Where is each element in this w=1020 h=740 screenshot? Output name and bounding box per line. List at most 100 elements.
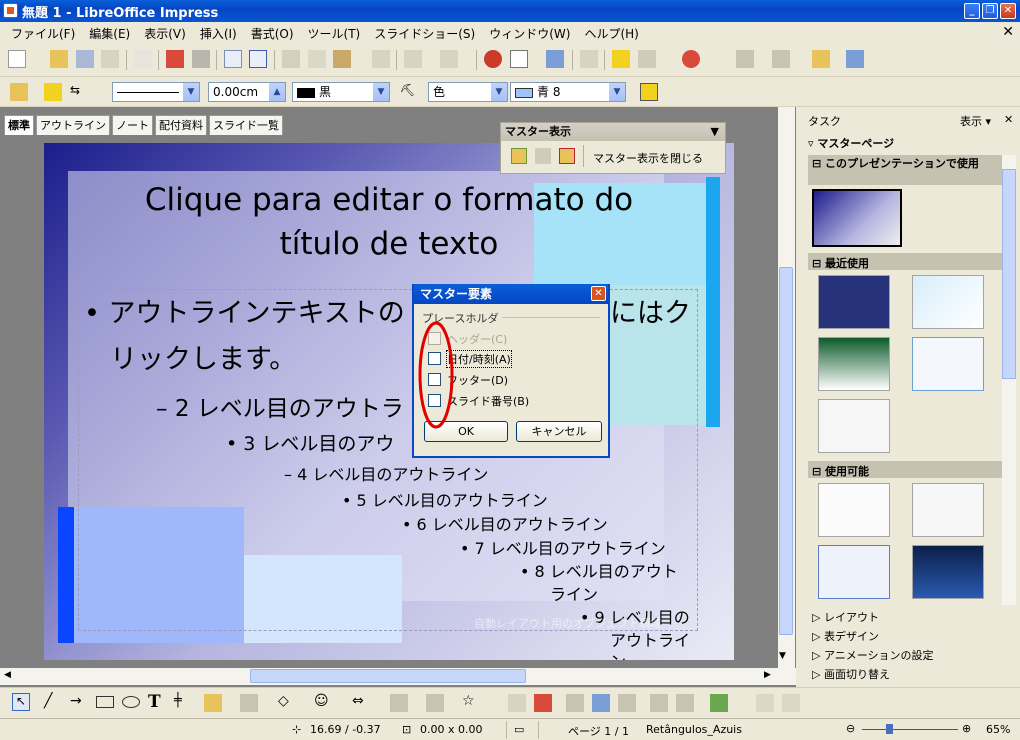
slide-transition-section[interactable]: ▷ 画面切り替え bbox=[812, 666, 890, 682]
text-tool-icon[interactable]: T bbox=[148, 692, 166, 712]
menu-window[interactable]: ウィンドウ(W) bbox=[482, 25, 577, 42]
line-icon[interactable] bbox=[44, 83, 62, 101]
block-arrows-icon[interactable]: ⇔ bbox=[352, 693, 370, 711]
recent-master-thumbnail-1[interactable] bbox=[818, 275, 890, 329]
used-masters-header[interactable]: ⊟ このプレゼンテーションで使用 bbox=[808, 155, 1004, 185]
vertical-scroll-thumb[interactable] bbox=[779, 267, 793, 635]
points-icon[interactable] bbox=[508, 694, 526, 712]
toolbar-menu-icon[interactable]: ▼ bbox=[711, 123, 719, 141]
line-width-field[interactable]: 0.00cm ▲ bbox=[208, 82, 286, 102]
zoom-out-icon[interactable]: ⊖ bbox=[846, 722, 855, 735]
master-pages-section[interactable]: ▿ マスターページ bbox=[808, 135, 894, 151]
fontwork-icon[interactable] bbox=[566, 694, 584, 712]
maximize-icon[interactable]: ❐ bbox=[982, 3, 998, 19]
zoom-slider[interactable] bbox=[862, 729, 958, 730]
ellipse-tool-icon[interactable] bbox=[122, 696, 140, 708]
task-pane-scroll-thumb[interactable] bbox=[1002, 169, 1016, 379]
tab-handout[interactable]: 配付資料 bbox=[155, 115, 207, 135]
line-color-select[interactable]: 黒 ▼ bbox=[292, 82, 390, 102]
task-pane-view-menu[interactable]: 表示 ▾ bbox=[960, 113, 991, 129]
copy-icon[interactable] bbox=[308, 50, 326, 68]
flowchart-icon[interactable] bbox=[390, 694, 408, 712]
paste-icon[interactable] bbox=[333, 50, 351, 68]
open-icon[interactable] bbox=[50, 50, 68, 68]
available-master-thumbnail-4[interactable] bbox=[912, 545, 984, 599]
from-file-icon[interactable] bbox=[592, 694, 610, 712]
scroll-left-icon[interactable]: ◀ bbox=[4, 670, 11, 680]
styles-icon[interactable] bbox=[10, 83, 28, 101]
tab-outline[interactable]: アウトライン bbox=[36, 115, 110, 135]
tab-slide-sorter[interactable]: スライド一覧 bbox=[209, 115, 283, 135]
layouts-section[interactable]: ▷ レイアウト bbox=[812, 609, 879, 625]
cancel-button[interactable]: キャンセル bbox=[516, 421, 602, 442]
toggle-3d-icon[interactable] bbox=[782, 694, 800, 712]
menu-format[interactable]: 書式(O) bbox=[244, 25, 301, 42]
table-design-section[interactable]: ▷ 表デザイン bbox=[812, 628, 879, 644]
custom-animation-section[interactable]: ▷ アニメーションの設定 bbox=[812, 647, 934, 663]
menu-file[interactable]: ファイル(F) bbox=[4, 25, 82, 42]
glue-points-icon[interactable] bbox=[534, 694, 552, 712]
rotate-icon[interactable] bbox=[650, 694, 668, 712]
recent-master-thumbnail-5[interactable] bbox=[818, 399, 890, 453]
vertical-text-icon[interactable]: ╪ bbox=[174, 693, 192, 711]
menu-insert[interactable]: 挿入(I) bbox=[193, 25, 244, 42]
email-icon[interactable] bbox=[101, 50, 119, 68]
minimize-icon[interactable]: _ bbox=[964, 3, 980, 19]
edit-file-icon[interactable] bbox=[134, 50, 152, 68]
line-tool-icon[interactable]: ╱ bbox=[44, 693, 62, 711]
redo-icon[interactable] bbox=[440, 50, 458, 68]
navigator-icon[interactable] bbox=[612, 50, 630, 68]
menu-tools[interactable]: ツール(T) bbox=[301, 25, 368, 42]
connector-tool-icon[interactable] bbox=[240, 694, 258, 712]
zoom-slider-handle[interactable] bbox=[886, 724, 893, 734]
symbol-shapes-icon[interactable]: ☺ bbox=[314, 693, 332, 711]
export-pdf-icon[interactable] bbox=[166, 50, 184, 68]
close-icon[interactable]: ✕ bbox=[1000, 3, 1016, 19]
vertical-scrollbar[interactable]: ▼ bbox=[778, 107, 795, 668]
rectangle-tool-icon[interactable] bbox=[96, 696, 114, 708]
chart-icon[interactable] bbox=[484, 50, 502, 68]
horizontal-scroll-thumb[interactable] bbox=[250, 669, 526, 683]
dialog-close-icon[interactable]: ✕ bbox=[591, 286, 606, 301]
help-icon[interactable] bbox=[682, 50, 700, 68]
menu-help[interactable]: ヘルプ(H) bbox=[577, 25, 645, 42]
scroll-right-icon[interactable]: ▶ bbox=[764, 670, 771, 680]
arrow-style-icon[interactable]: ⇆ bbox=[70, 83, 88, 101]
curve-tool-icon[interactable] bbox=[204, 694, 222, 712]
autospellcheck-icon[interactable] bbox=[249, 50, 267, 68]
arrange-icon[interactable] bbox=[710, 694, 728, 712]
arrow-line-icon[interactable]: → bbox=[70, 693, 88, 711]
slide-design-icon[interactable] bbox=[772, 50, 790, 68]
recent-master-thumbnail-2[interactable] bbox=[912, 275, 984, 329]
current-master-thumbnail[interactable] bbox=[812, 189, 902, 247]
grid-icon[interactable] bbox=[580, 50, 598, 68]
menu-slideshow[interactable]: スライドショー(S) bbox=[367, 25, 482, 42]
available-masters-header[interactable]: ⊟ 使用可能 bbox=[808, 461, 1004, 478]
cut-icon[interactable] bbox=[282, 50, 300, 68]
slideshow-icon[interactable] bbox=[846, 50, 864, 68]
available-master-thumbnail-2[interactable] bbox=[912, 483, 984, 537]
zoom-in-icon[interactable]: ⊕ bbox=[962, 722, 971, 735]
gallery-icon[interactable] bbox=[736, 50, 754, 68]
basic-shapes-icon[interactable]: ◇ bbox=[278, 693, 296, 711]
recent-master-thumbnail-4[interactable] bbox=[912, 337, 984, 391]
recent-master-thumbnail-3[interactable] bbox=[818, 337, 890, 391]
undo-icon[interactable] bbox=[404, 50, 422, 68]
line-style-select[interactable]: ▼ bbox=[112, 82, 200, 102]
horizontal-scrollbar[interactable]: ◀ ▶ bbox=[0, 668, 796, 685]
document-modified-icon[interactable]: ▭ bbox=[514, 723, 524, 736]
menu-edit[interactable]: 編集(E) bbox=[82, 25, 137, 42]
delete-master-icon[interactable] bbox=[535, 148, 551, 164]
new-master-icon[interactable] bbox=[511, 148, 527, 164]
table-icon[interactable] bbox=[510, 50, 528, 68]
shadow-icon[interactable] bbox=[640, 83, 658, 101]
scroll-down-icon[interactable]: ▼ bbox=[779, 651, 786, 661]
spellcheck-icon[interactable] bbox=[224, 50, 242, 68]
available-master-thumbnail-1[interactable] bbox=[818, 483, 890, 537]
document-close-icon[interactable]: ✕ bbox=[1002, 24, 1014, 40]
select-pointer-icon[interactable]: ↖ bbox=[12, 693, 30, 711]
callouts-icon[interactable] bbox=[426, 694, 444, 712]
display-grid-icon[interactable] bbox=[546, 50, 564, 68]
menu-view[interactable]: 表示(V) bbox=[137, 25, 193, 42]
available-master-thumbnail-3[interactable] bbox=[818, 545, 890, 599]
